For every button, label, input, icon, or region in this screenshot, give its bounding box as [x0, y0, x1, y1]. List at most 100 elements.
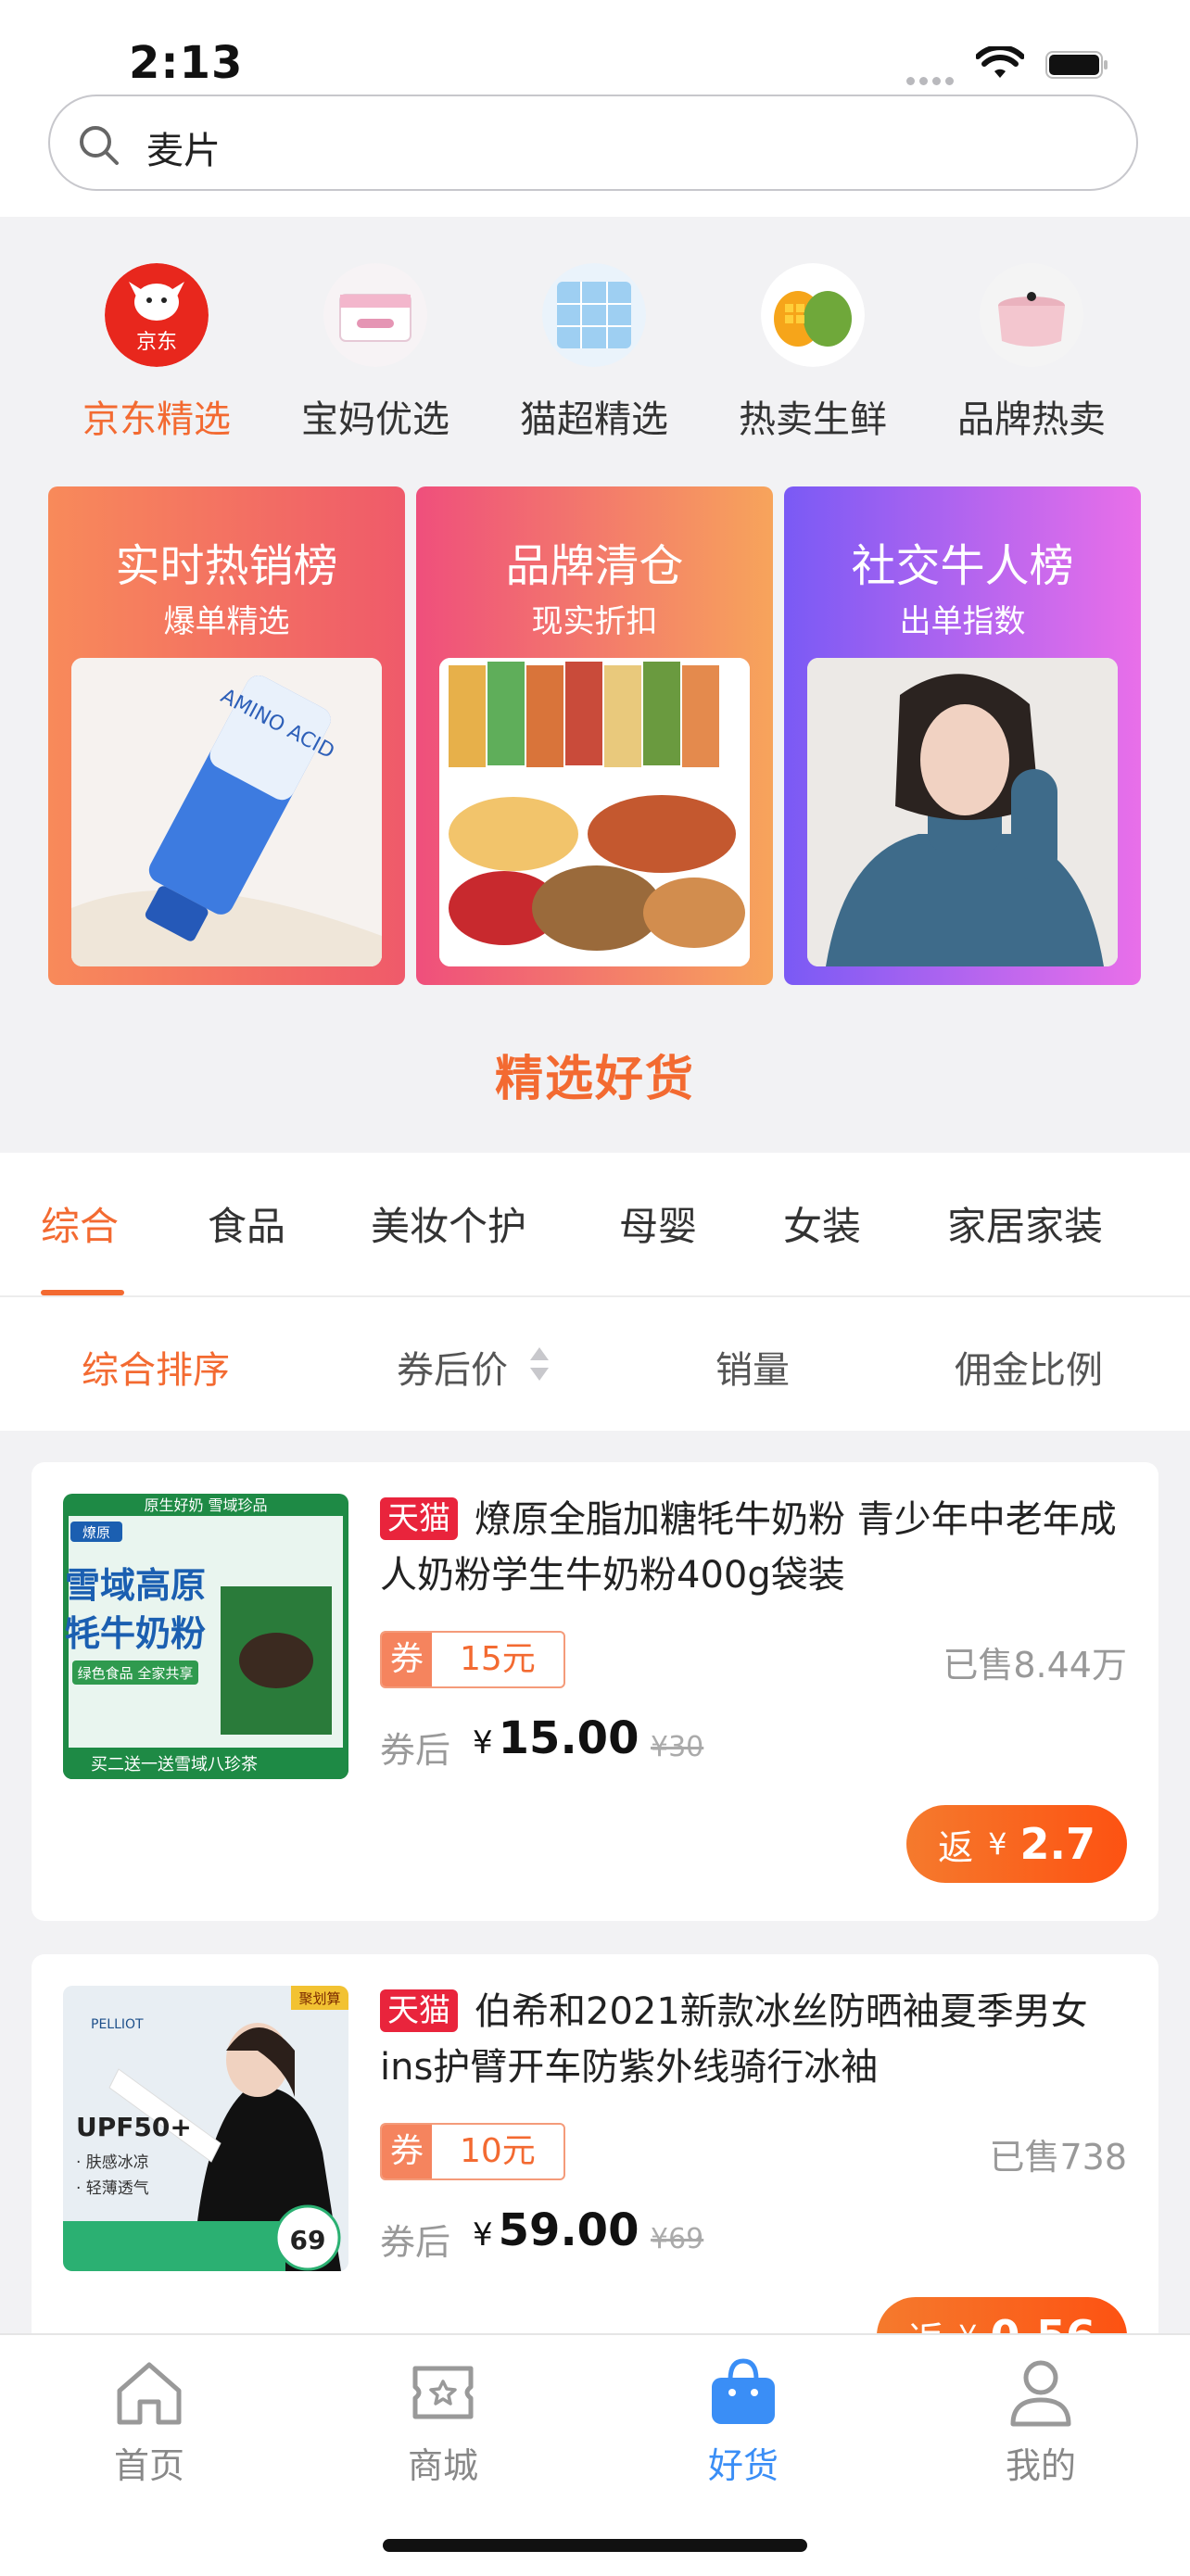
category-label: 猫超精选 [520, 398, 668, 441]
svg-text:燎原: 燎原 [82, 1524, 110, 1541]
promo-title: 品牌清仓 [505, 540, 684, 592]
product-title: 天猫 燎原全脂加糖牦牛奶粉 青少年中老年成人奶粉学生牛奶粉400g袋装 [380, 1492, 1131, 1603]
cooker-product-icon [980, 263, 1083, 367]
promo-subtitle: 出单指数 [899, 603, 1026, 640]
search-icon [80, 126, 119, 165]
cellular-signal-icon [906, 71, 958, 89]
svg-text:69: 69 [290, 2225, 326, 2255]
home-indicator [383, 2539, 807, 2552]
svg-text:买二送一送雪域八珍茶: 买二送一送雪域八珍茶 [91, 1755, 258, 1774]
svg-text:牦牛奶粉: 牦牛奶粉 [65, 1613, 206, 1654]
nav-goods[interactable]: 好货 [651, 2348, 836, 2488]
svg-text:雪域高原: 雪域高原 [65, 1565, 206, 1606]
svg-text:京东: 京东 [136, 331, 177, 354]
promo-subtitle: 爆单精选 [163, 603, 290, 640]
nav-label: 商城 [407, 2445, 478, 2486]
sort-default[interactable]: 综合排序 [82, 1340, 230, 1394]
search-bar[interactable]: 麦片 [48, 95, 1138, 191]
original-price: ¥69 [651, 2223, 704, 2255]
category-fresh-produce[interactable]: 热卖生鲜 [711, 263, 915, 443]
sold-count: 已售8.44万 [943, 1645, 1127, 1686]
wipes-product-icon [323, 263, 427, 367]
sort-sales[interactable]: 销量 [715, 1340, 790, 1394]
nav-profile[interactable]: 我的 [948, 2348, 1133, 2488]
tab-food[interactable]: 食品 [208, 1195, 285, 1252]
tmall-badge: 天猫 [380, 1497, 458, 1540]
rebate-currency: ¥ [988, 1826, 1007, 1862]
sort-price[interactable]: 券后价 [397, 1340, 508, 1394]
svg-text:原生好奶 雪域珍品: 原生好奶 雪域珍品 [144, 1496, 267, 1514]
svg-text:PELLIOT: PELLIOT [91, 2017, 144, 2032]
coupon-value: 15元 [460, 1640, 536, 1678]
product-title-text: 伯希和2021新款冰丝防晒袖夏季男女ins护臂开车防紫外线骑行冰袖 [380, 1990, 1088, 2089]
after-coupon-label: 券后 [380, 1730, 451, 1771]
featured-title: 精选好货 [494, 1052, 695, 1107]
battery-icon [1045, 51, 1108, 79]
facial-cleanser-image: AMINO ACID [71, 658, 382, 966]
coupon-label: 券 [382, 2125, 432, 2178]
category-brand-hot[interactable]: 品牌热卖 [930, 263, 1133, 443]
product-title: 天猫 伯希和2021新款冰丝防晒袖夏季男女ins护臂开车防紫外线骑行冰袖 [380, 1984, 1131, 2095]
nav-home[interactable]: 首页 [57, 2348, 242, 2488]
coupon-badge: 券 15元 [380, 1631, 565, 1688]
coupon-label: 券 [382, 1633, 432, 1686]
nav-mall[interactable]: 商城 [350, 2348, 536, 2488]
svg-text:UPF50+: UPF50+ [76, 2112, 192, 2142]
category-jd-selection[interactable]: 京东 京东精选 [55, 263, 259, 443]
svg-text:绿色食品 全家共享: 绿色食品 全家共享 [78, 1665, 194, 1682]
tab-all[interactable]: 综合 [41, 1195, 119, 1252]
status-time: 2:13 [129, 37, 244, 89]
category-tabs: 综合 食品 美妆个护 母婴 女装 家居家装 [0, 1153, 1190, 1295]
promo-title: 社交牛人榜 [851, 540, 1074, 592]
svg-text:聚划算: 聚划算 [298, 1990, 340, 2007]
svg-text:· 肤感冰凉: · 肤感冰凉 [76, 2153, 149, 2172]
svg-text:· 轻薄透气: · 轻薄透气 [76, 2179, 149, 2198]
tab-womenswear[interactable]: 女装 [783, 1195, 861, 1252]
mall-icon [412, 2366, 474, 2419]
price: ¥59.00 [473, 2204, 639, 2256]
promo-subtitle: 现实折扣 [531, 603, 658, 640]
tab-beauty[interactable]: 美妆个护 [371, 1195, 526, 1252]
tmall-badge: 天猫 [380, 1989, 458, 2032]
wifi-icon [976, 46, 1024, 78]
user-icon [1010, 2360, 1071, 2427]
bag-icon [712, 2358, 775, 2424]
home-icon [117, 2362, 182, 2425]
snacks-image [439, 658, 750, 966]
product-title-text: 燎原全脂加糖牦牛奶粉 青少年中老年成人奶粉学生牛奶粉400g袋装 [380, 1498, 1117, 1597]
rebate-label: 返 [938, 1826, 974, 1868]
nav-label: 好货 [707, 2445, 779, 2486]
original-price: ¥30 [651, 1731, 704, 1763]
model-sweater-image [807, 658, 1118, 966]
sort-commission[interactable]: 佣金比例 [955, 1340, 1103, 1394]
tissue-product-icon [542, 263, 646, 367]
product-card[interactable]: 原生好奶 雪域珍品 燎原 雪域高原 牦牛奶粉 绿色食品 全家共享 买二送一送雪域… [32, 1462, 1158, 1921]
category-mom-picks[interactable]: 宝妈优选 [273, 263, 477, 443]
product-image-arm-sleeves: PELLIOT 聚划算 UPF50+ · 肤感冰凉 · 轻薄透气 69 [63, 1986, 348, 2271]
promo-brand-clearance[interactable]: 品牌清仓 现实折扣 [416, 486, 773, 985]
price: ¥15.00 [473, 1712, 639, 1764]
promo-social-influencers[interactable]: 社交牛人榜 出单指数 [784, 486, 1141, 985]
coupon-badge: 券 10元 [380, 2123, 565, 2180]
category-label: 品牌热卖 [957, 398, 1106, 441]
product-image-milk-powder: 原生好奶 雪域珍品 燎原 雪域高原 牦牛奶粉 绿色食品 全家共享 买二送一送雪域… [63, 1494, 348, 1779]
nav-label: 首页 [113, 2445, 184, 2486]
rebate-value: 2.7 [1019, 1819, 1096, 1869]
after-coupon-label: 券后 [380, 2222, 451, 2263]
rebate-button[interactable]: 返 ¥ 2.7 [906, 1805, 1127, 1883]
promo-realtime-bestsellers[interactable]: 实时热销榜 爆单精选 AMINO ACID [48, 486, 405, 985]
sold-count: 已售738 [989, 2137, 1127, 2178]
tab-baby[interactable]: 母婴 [619, 1195, 697, 1252]
search-input[interactable]: 麦片 [146, 120, 221, 174]
promo-title: 实时热销榜 [115, 540, 338, 592]
coupon-value: 10元 [460, 2132, 536, 2170]
category-label: 热卖生鲜 [739, 398, 887, 441]
jd-logo-icon: 京东 [105, 263, 209, 367]
mango-product-icon [761, 263, 865, 367]
category-tmall-supermarket[interactable]: 猫超精选 [492, 263, 696, 443]
tab-home[interactable]: 家居家装 [947, 1195, 1103, 1252]
category-label: 京东精选 [82, 398, 231, 441]
nav-label: 我的 [1005, 2445, 1076, 2486]
sort-bar: 综合排序 券后价 销量 佣金比例 [0, 1297, 1190, 1431]
category-label: 宝妈优选 [301, 398, 449, 441]
